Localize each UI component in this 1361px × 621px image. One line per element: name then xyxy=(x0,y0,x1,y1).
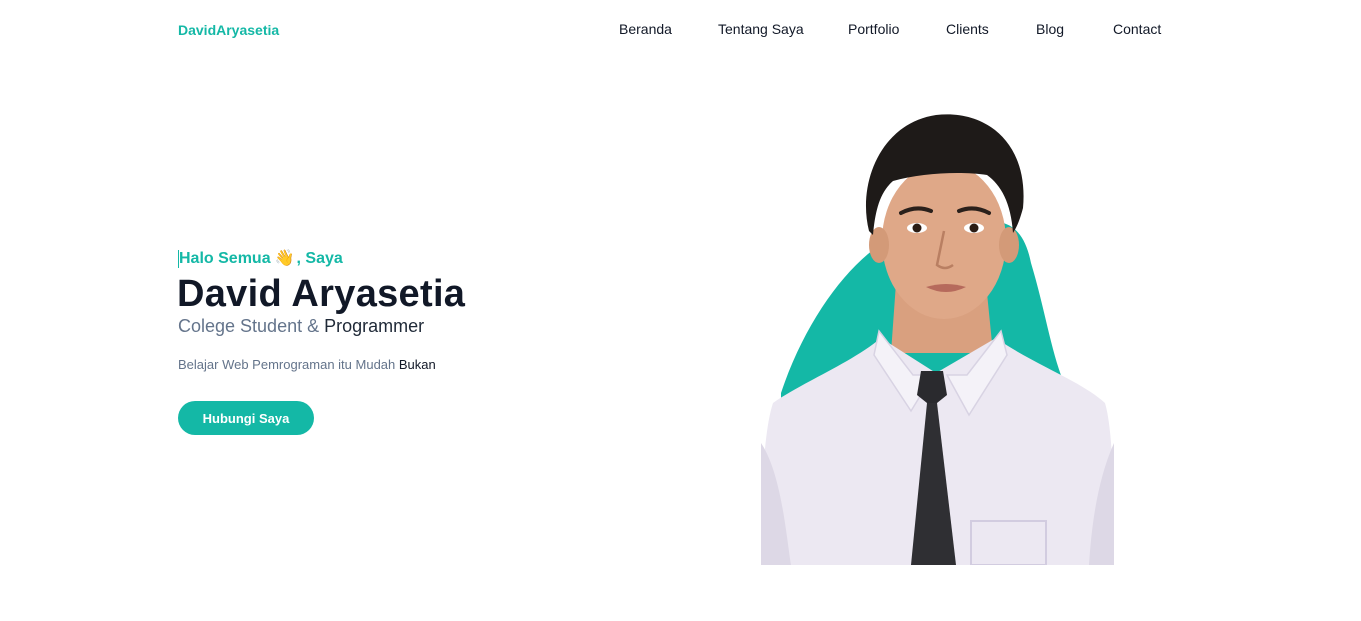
nav-item-contact[interactable]: Contact xyxy=(1113,21,1161,37)
hero-greeting: Halo Semua 👋 , Saya xyxy=(178,250,343,268)
contact-button[interactable]: Hubungi Saya xyxy=(178,401,314,435)
hero-name: David Aryasetia xyxy=(177,273,466,315)
greeting-text: Halo Semua xyxy=(179,250,271,267)
nav-item-blog[interactable]: Blog xyxy=(1036,21,1064,37)
greeting-suffix: , Saya xyxy=(296,250,343,267)
nav-item-clients[interactable]: Clients xyxy=(946,21,989,37)
waving-hand-icon: 👋 xyxy=(274,250,295,267)
hero-subtitle: Colege Student & Programmer xyxy=(178,316,424,337)
tie xyxy=(917,371,947,403)
nav-item-beranda[interactable]: Beranda xyxy=(619,21,672,37)
page: DavidAryasetia Beranda Tentang Saya Port… xyxy=(0,0,1361,621)
hero-description: Belajar Web Pemrograman itu Mudah Bukan xyxy=(178,357,436,372)
brand-logo[interactable]: DavidAryasetia xyxy=(178,22,279,38)
nav-item-tentang-saya[interactable]: Tentang Saya xyxy=(718,21,804,37)
subtitle-role: Colege Student & xyxy=(178,316,325,336)
subtitle-typed: Programmer xyxy=(324,316,425,336)
navbar: DavidAryasetia Beranda Tentang Saya Port… xyxy=(0,0,1361,60)
nav-item-portfolio[interactable]: Portfolio xyxy=(848,21,899,37)
description-text: Belajar Web Pemrograman itu Mudah xyxy=(178,357,399,372)
profile-photo xyxy=(761,113,1114,565)
description-emphasis: Bukan xyxy=(398,357,436,372)
